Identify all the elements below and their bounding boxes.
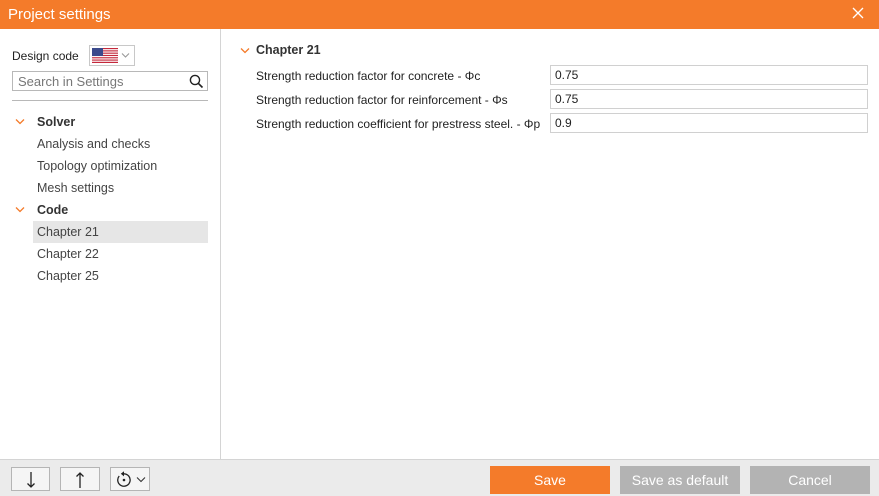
window-title: Project settings xyxy=(8,6,111,23)
save-button[interactable]: Save xyxy=(490,466,610,494)
save-as-default-button[interactable]: Save as default xyxy=(620,466,740,494)
tree-group-solver[interactable]: Solver xyxy=(0,111,221,133)
arrow-up-icon xyxy=(76,472,84,488)
settings-sidebar: Design code Solver xyxy=(0,29,221,459)
design-code-label: Design code xyxy=(12,49,79,63)
chevron-down-icon[interactable] xyxy=(15,118,25,125)
sidebar-item-chapter-22[interactable]: Chapter 22 xyxy=(33,243,208,265)
tree-group-label: Solver xyxy=(37,115,76,129)
design-code-select[interactable] xyxy=(89,45,135,66)
chevron-down-icon[interactable] xyxy=(240,47,250,54)
property-label: Strength reduction coefficient for prest… xyxy=(256,117,541,131)
export-button[interactable] xyxy=(60,467,100,491)
dialog-footer: Save Save as default Cancel xyxy=(0,459,879,496)
cancel-button[interactable]: Cancel xyxy=(750,466,870,494)
divider xyxy=(12,100,208,101)
arrow-down-icon xyxy=(27,472,35,488)
search-icon[interactable] xyxy=(189,74,204,89)
import-button[interactable] xyxy=(11,467,50,491)
search-input[interactable] xyxy=(13,72,181,90)
concrete-factor-input[interactable] xyxy=(550,65,868,85)
chevron-down-icon xyxy=(136,477,146,483)
chevron-down-icon xyxy=(121,53,130,58)
sidebar-item-chapter-25[interactable]: Chapter 25 xyxy=(33,265,208,287)
property-label: Strength reduction factor for reinforcem… xyxy=(256,93,508,107)
sidebar-item-mesh-settings[interactable]: Mesh settings xyxy=(33,177,208,199)
sidebar-item-chapter-21[interactable]: Chapter 21 xyxy=(33,221,208,243)
sidebar-item-analysis-and-checks[interactable]: Analysis and checks xyxy=(33,133,208,155)
settings-search xyxy=(12,71,208,91)
section-title: Chapter 21 xyxy=(256,43,321,57)
tree-group-label: Code xyxy=(37,203,69,217)
reinforcement-factor-input[interactable] xyxy=(550,89,868,109)
tree-group-code[interactable]: Code xyxy=(0,199,221,221)
settings-content: Chapter 21 Strength reduction factor for… xyxy=(222,29,879,459)
close-icon[interactable] xyxy=(851,6,865,20)
reset-dropdown-button[interactable] xyxy=(110,467,150,491)
title-bar: Project settings xyxy=(0,0,879,29)
chevron-down-icon[interactable] xyxy=(15,206,25,213)
property-label: Strength reduction factor for concrete -… xyxy=(256,69,481,83)
prestress-coefficient-input[interactable] xyxy=(550,113,868,133)
reset-icon xyxy=(117,471,131,487)
us-flag-icon xyxy=(92,48,118,63)
sidebar-item-topology-optimization[interactable]: Topology optimization xyxy=(33,155,208,177)
